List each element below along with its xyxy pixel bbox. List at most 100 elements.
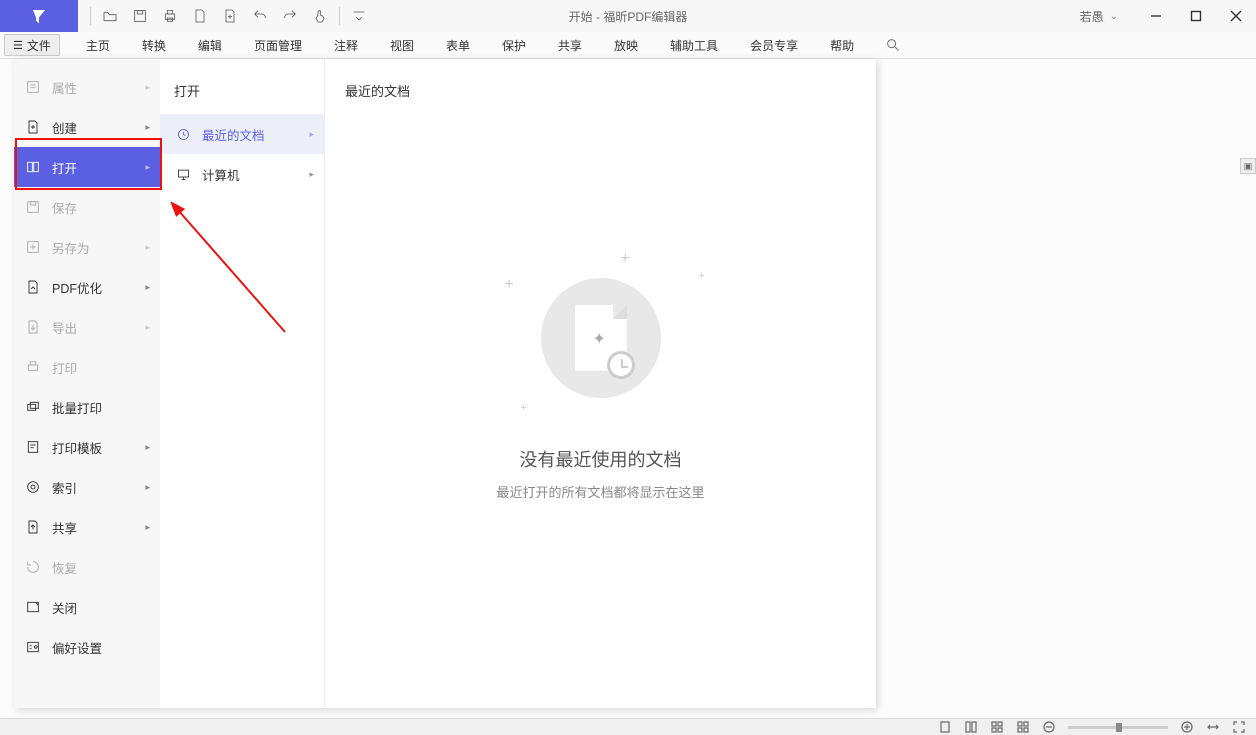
sidebar-item-export: 导出 ▸ [14, 307, 160, 347]
chevron-right-icon: ▸ [145, 242, 150, 253]
sparkle-icon: + [521, 402, 527, 414]
sidebar-item-template[interactable]: 打印模板▸ [14, 427, 160, 467]
sidebar-item-batchprint[interactable]: 批量打印 [14, 387, 160, 427]
open-icon[interactable] [95, 0, 125, 32]
fullscreen-icon[interactable] [1232, 720, 1246, 734]
sidebar-item-print: 打印 [14, 347, 160, 387]
page-plus-icon[interactable] [215, 0, 245, 32]
chevron-right-icon: ▸ [145, 122, 150, 133]
sidebar-item-recover: 恢复 [14, 547, 160, 587]
chevron-right-icon: ▸ [309, 129, 314, 140]
sidebar-item-create[interactable]: 创建 ▸ [14, 107, 160, 147]
share-icon [24, 518, 42, 536]
sidebar-item-label: 恢复 [52, 558, 77, 577]
sidebar-item-label: 关闭 [52, 598, 77, 617]
page-icon[interactable] [185, 0, 215, 32]
tab-vip[interactable]: 会员专享 [734, 32, 814, 59]
print-icon[interactable] [155, 0, 185, 32]
create-icon [24, 118, 42, 136]
sidebar-item-label: 创建 [52, 118, 77, 137]
ribbon-tabs: ☰文件 主页 转换 编辑 页面管理 注释 视图 表单 保护 共享 放映 辅助工具… [0, 32, 1256, 59]
fit-width-icon[interactable] [1206, 720, 1220, 734]
save-icon[interactable] [125, 0, 155, 32]
tab-annotate[interactable]: 注释 [318, 32, 374, 59]
zoom-thumb[interactable] [1116, 723, 1122, 732]
sidebar-item-label: 批量打印 [52, 398, 102, 417]
zoom-in-icon[interactable] [1180, 720, 1194, 734]
file-tab[interactable]: ☰文件 [4, 34, 60, 56]
tab-home[interactable]: 主页 [70, 32, 126, 59]
sparkle-icon: + [505, 276, 514, 294]
chevron-right-icon: ▸ [145, 482, 150, 493]
sidebar-item-label: 打印 [52, 358, 77, 377]
chevron-right-icon: ▸ [145, 82, 150, 93]
zoom-out-icon[interactable] [1042, 720, 1056, 734]
redo-icon[interactable] [275, 0, 305, 32]
user-name[interactable]: 若愚 [1080, 8, 1104, 25]
tab-protect[interactable]: 保护 [486, 32, 542, 59]
recent-panel: 最近的文档 + + + + ✦ 没有最近使用的文档 最近打开的所有文档都将显示在… [325, 59, 876, 708]
file-backstage: 属性▸ 创建▸ 打开▸ 保存 另存为▸ PDF优化▸ 导出▸ 打印 批量打印 打… [14, 59, 876, 708]
tab-page-manage[interactable]: 页面管理 [238, 32, 318, 59]
chevron-right-icon: ▸ [309, 169, 314, 180]
sparkle-icon: + [621, 250, 630, 268]
collapse-icon[interactable]: ▣ [1240, 158, 1256, 174]
index-icon [24, 478, 42, 496]
tab-view[interactable]: 视图 [374, 32, 430, 59]
save-icon [24, 198, 42, 216]
quick-access-toolbar [86, 0, 374, 32]
open-item-label: 最近的文档 [202, 125, 265, 144]
recent-title: 最近的文档 [345, 81, 856, 100]
sidebar-item-optimize[interactable]: PDF优化▸ [14, 267, 160, 307]
app-logo [0, 0, 78, 32]
minimize-button[interactable] [1136, 0, 1176, 32]
sidebar-item-saveas: 另存为▸ [14, 227, 160, 267]
close-button[interactable] [1216, 0, 1256, 32]
export-icon [24, 318, 42, 336]
tab-form[interactable]: 表单 [430, 32, 486, 59]
sidebar-item-prefs[interactable]: 偏好设置 [14, 627, 160, 667]
saveas-icon [24, 238, 42, 256]
maximize-button[interactable] [1176, 0, 1216, 32]
qat-dropdown-icon[interactable] [344, 0, 374, 32]
tab-slideshow[interactable]: 放映 [598, 32, 654, 59]
sidebar-item-label: 导出 [52, 318, 77, 337]
sidebar-item-index[interactable]: 索引▸ [14, 467, 160, 507]
divider [339, 7, 340, 25]
tab-tools[interactable]: 辅助工具 [654, 32, 734, 59]
sidebar-item-close[interactable]: 关闭 [14, 587, 160, 627]
sidebar-item-label: 保存 [52, 198, 77, 217]
zoom-slider[interactable] [1068, 726, 1168, 729]
sidebar-item-label: 打开 [52, 158, 77, 177]
layout-continuous-icon[interactable] [964, 720, 978, 734]
open-item-computer[interactable]: 计算机 ▸ [160, 154, 324, 194]
file-sidebar: 属性▸ 创建▸ 打开▸ 保存 另存为▸ PDF优化▸ 导出▸ 打印 批量打印 打… [14, 59, 160, 708]
tab-convert[interactable]: 转换 [126, 32, 182, 59]
open-item-recent[interactable]: 最近的文档 ▸ [160, 114, 324, 154]
layout-cover-icon[interactable] [1016, 720, 1030, 734]
search-icon[interactable] [878, 29, 908, 61]
undo-icon[interactable] [245, 0, 275, 32]
recover-icon [24, 558, 42, 576]
sidebar-item-share[interactable]: 共享▸ [14, 507, 160, 547]
empty-subtext: 最近打开的所有文档都将显示在这里 [496, 482, 704, 501]
sidebar-item-open[interactable]: 打开▸ [14, 147, 160, 187]
layout-single-icon[interactable] [938, 720, 952, 734]
tab-help[interactable]: 帮助 [814, 32, 870, 59]
optimize-icon [24, 278, 42, 296]
template-icon [24, 438, 42, 456]
chevron-right-icon: ▸ [145, 442, 150, 453]
print-icon [24, 358, 42, 376]
document-icon: ✦ [575, 305, 627, 371]
title-bar: 开始 - 福昕PDF编辑器 若愚 ⌄ [0, 0, 1256, 32]
touch-icon[interactable] [305, 0, 335, 32]
tab-share[interactable]: 共享 [542, 32, 598, 59]
empty-state: + + + + ✦ 没有最近使用的文档 最近打开的所有文档都将显示在这里 [345, 250, 856, 501]
layout-facing-icon[interactable] [990, 720, 1004, 734]
tab-edit[interactable]: 编辑 [182, 32, 238, 59]
chevron-down-icon[interactable]: ⌄ [1110, 11, 1118, 22]
hamburger-icon: ☰ [13, 39, 23, 52]
circle-icon: ✦ [541, 278, 661, 398]
sidebar-item-save: 保存 [14, 187, 160, 227]
chevron-right-icon: ▸ [145, 322, 150, 333]
